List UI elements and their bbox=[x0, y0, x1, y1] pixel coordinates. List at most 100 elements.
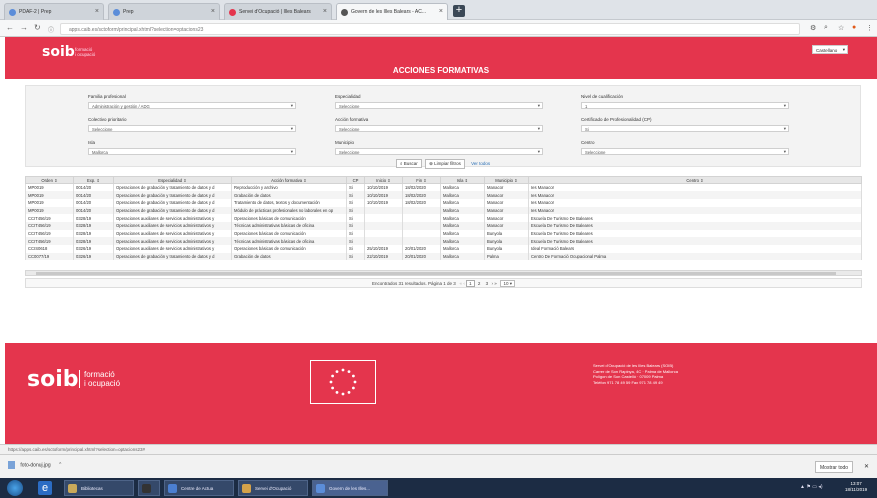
last-page-icon[interactable]: » bbox=[494, 281, 497, 286]
colectivo-select[interactable]: Seleccione ▾ bbox=[88, 125, 296, 132]
table-cell: CC0077/19 bbox=[25, 252, 74, 261]
start-button-icon[interactable] bbox=[7, 480, 23, 496]
column-header-label: Exp. bbox=[86, 177, 96, 183]
reload-icon[interactable]: ↻ bbox=[34, 23, 41, 32]
nivel-select[interactable]: 1 ▾ bbox=[581, 102, 789, 109]
accion-select[interactable]: Seleccione ▾ bbox=[335, 125, 543, 132]
next-page-icon[interactable]: › bbox=[491, 281, 493, 286]
column-header[interactable]: Fin ⇕ bbox=[402, 176, 441, 184]
column-header[interactable]: Inicio ⇕ bbox=[364, 176, 403, 184]
page-size-select[interactable]: 10 ▾ bbox=[500, 280, 516, 287]
scrollbar-thumb[interactable] bbox=[36, 272, 836, 275]
table-cell: 25/10/2019 bbox=[364, 245, 403, 253]
new-tab-button[interactable]: + bbox=[453, 5, 465, 17]
table-row[interactable]: CCIT456/19 0328/19 Operaciones auxiliares … bbox=[25, 221, 862, 230]
tab-label: Govern de les Illes Balears - AC... bbox=[351, 9, 427, 15]
table-row[interactable]: MP0019 0014/20 Operaciones de grabación y … bbox=[25, 198, 862, 207]
page-link-3[interactable]: 3 bbox=[484, 281, 491, 286]
prev-page-icon[interactable]: ‹ bbox=[463, 281, 465, 286]
table-cell: 0014/20 bbox=[73, 191, 114, 199]
view-all-link[interactable]: Ver todos bbox=[468, 160, 493, 167]
table-row[interactable]: CCIT456/19 0328/19 Operaciones auxiliares … bbox=[25, 214, 862, 222]
close-icon[interactable]: × bbox=[323, 8, 327, 15]
table-cell: 18/02/2020 bbox=[402, 198, 441, 207]
column-header-label: Isla bbox=[456, 177, 464, 183]
ie-icon[interactable]: e bbox=[38, 481, 52, 495]
close-icon[interactable]: × bbox=[95, 8, 99, 15]
table-cell: 10/10/2019 bbox=[364, 183, 403, 192]
table-row[interactable]: CC0077/19 0326/19 Operaciones de grabación… bbox=[25, 252, 862, 261]
isla-select[interactable]: Mallorca ▾ bbox=[88, 148, 296, 155]
browser-tab-active[interactable]: Govern de les Illes Balears - AC... × bbox=[336, 3, 448, 20]
system-tray[interactable]: ▲ ⚑ ▭ ◂) bbox=[800, 484, 823, 490]
table-cell bbox=[402, 237, 441, 245]
horizontal-scrollbar[interactable] bbox=[25, 270, 862, 276]
table-row[interactable]: CCIT456/19 0328/19 Operaciones auxiliares … bbox=[25, 237, 862, 245]
close-icon[interactable]: × bbox=[439, 8, 443, 15]
taskbar-app[interactable]: Centre de Actua bbox=[164, 480, 234, 496]
filter-label: Acción formativa bbox=[335, 117, 369, 122]
table-row[interactable]: CCIT456/19 0328/19 Operaciones auxiliares … bbox=[25, 229, 862, 238]
column-header[interactable]: Exp. ⇕ bbox=[73, 176, 114, 184]
taskbar-app-active[interactable]: Govern de les Illes... bbox=[312, 480, 388, 496]
taskbar-app[interactable]: Bibliotecas bbox=[64, 480, 134, 496]
browser-tab[interactable]: Servei d'Ocupació | Illes Balears × bbox=[224, 3, 332, 20]
browser-tab[interactable]: Prep × bbox=[108, 3, 220, 20]
chevron-down-icon: ▾ bbox=[537, 149, 540, 154]
table-cell: Si bbox=[346, 221, 365, 230]
certificado-select[interactable]: Si ▾ bbox=[581, 125, 789, 132]
browser-tab[interactable]: PDAF-2 | Prep × bbox=[4, 3, 104, 20]
table-row[interactable]: CCIS0618 0326/19 Operaciones auxiliares de… bbox=[25, 245, 862, 253]
chevron-down-icon[interactable]: ⌃ bbox=[58, 462, 62, 468]
extension-icon[interactable]: ⚙ bbox=[810, 24, 816, 32]
forward-icon[interactable]: → bbox=[20, 23, 28, 32]
download-item[interactable]: foto-donuj.jpg ⌃ bbox=[8, 461, 62, 469]
tab-favicon-icon bbox=[341, 9, 348, 16]
taskbar-app[interactable] bbox=[138, 480, 160, 496]
filter-label: Familia profesional bbox=[88, 94, 126, 99]
site-footer: soib formació i ocupació Servei d'Ocupac… bbox=[5, 343, 877, 444]
table-row[interactable]: MP0019 0014/20 Operaciones de grabación y … bbox=[25, 183, 862, 192]
soib-logo[interactable]: soib bbox=[42, 44, 75, 60]
table-row[interactable]: MP0019 0014/20 Operaciones de grabación y … bbox=[25, 191, 862, 199]
page-link-1[interactable]: 1 bbox=[466, 280, 475, 287]
profile-icon[interactable]: ● bbox=[852, 24, 856, 31]
bookmark-star-icon[interactable]: ☆ bbox=[838, 24, 844, 32]
table-row[interactable]: MP0019 0014/20 Operaciones de grabación y … bbox=[25, 206, 862, 215]
table-cell: MP0019 bbox=[25, 206, 74, 215]
column-header[interactable]: Municipio ⇕ bbox=[484, 176, 529, 184]
first-page-icon[interactable]: « bbox=[460, 281, 463, 286]
page-title: ACCIONES FORMATIVAS bbox=[392, 66, 490, 75]
familia-select[interactable]: Administración y gestión / ADG ▾ bbox=[88, 102, 296, 109]
show-all-button[interactable]: Mostrar todo bbox=[815, 461, 854, 473]
address-bar[interactable]: apps.caib.es/sctoform/principal.xhtml?se… bbox=[60, 23, 800, 35]
language-select[interactable]: Castellano ▾ bbox=[812, 45, 848, 54]
back-icon[interactable]: ← bbox=[6, 23, 14, 32]
menu-icon[interactable]: ⋮ bbox=[866, 24, 873, 32]
table-cell: 22/10/2019 bbox=[364, 252, 403, 261]
close-download-bar-icon[interactable]: ✕ bbox=[864, 463, 869, 470]
zoom-icon[interactable]: ⌕ bbox=[824, 24, 828, 32]
table-cell: CCIT456/19 bbox=[25, 229, 74, 238]
pager-summary: Encontrados 31 resultados. Página 1 de 3 bbox=[371, 281, 456, 286]
column-header[interactable]: Centro ⇕ bbox=[528, 176, 862, 184]
taskbar-clock[interactable]: 13:07 18/11/2019 bbox=[845, 481, 867, 493]
column-header-label: Centro bbox=[686, 177, 699, 183]
centro-select[interactable]: Seleccione ▾ bbox=[581, 148, 789, 155]
taskbar-app[interactable]: Servei d'Ocupació bbox=[238, 480, 308, 496]
eu-star-icon bbox=[341, 368, 345, 372]
eu-star-icon bbox=[331, 386, 335, 390]
close-icon[interactable]: × bbox=[211, 8, 215, 15]
page-link-2[interactable]: 2 bbox=[476, 281, 483, 286]
clear-filters-button[interactable]: ⊗ Limpiar filtros bbox=[425, 159, 465, 169]
column-header[interactable]: Especialidad ⇕ bbox=[113, 176, 232, 184]
especialidad-select[interactable]: Seleccione ▾ bbox=[335, 102, 543, 109]
table-cell: Si bbox=[346, 206, 365, 215]
column-header[interactable]: CP bbox=[346, 176, 365, 184]
search-button[interactable]: ⌕ Buscar bbox=[396, 159, 422, 168]
column-header[interactable]: Orden ⇕ bbox=[25, 176, 74, 184]
column-header[interactable]: Isla ⇕ bbox=[440, 176, 485, 184]
column-header[interactable]: Acción formativa ⇕ bbox=[231, 176, 347, 184]
municipio-select[interactable]: Seleccione ▾ bbox=[335, 148, 543, 155]
footer-logo: soib bbox=[27, 367, 79, 392]
